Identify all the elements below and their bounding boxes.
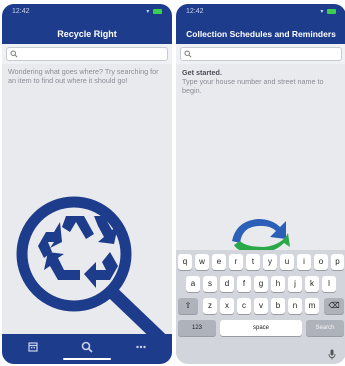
search-icon xyxy=(10,50,18,58)
key[interactable]: e xyxy=(212,254,226,270)
key[interactable]: h xyxy=(271,276,285,292)
recycle-right-screen: 12:42 ▾ Recycle Right Wondering what goe… xyxy=(2,4,172,364)
page-title: Recycle Right xyxy=(2,24,172,44)
key[interactable]: c xyxy=(237,298,251,314)
more-icon[interactable] xyxy=(134,340,148,354)
instructions-text: Type your house number and street name t… xyxy=(182,77,324,95)
status-time: 12:42 xyxy=(12,8,30,15)
key[interactable]: w xyxy=(195,254,209,270)
key[interactable]: k xyxy=(305,276,319,292)
get-started-heading: Get started. xyxy=(182,68,222,77)
status-bar: 12:42 ▾ xyxy=(2,4,172,24)
key[interactable]: o xyxy=(314,254,328,270)
key[interactable]: v xyxy=(254,298,268,314)
recycle-search-logo-icon xyxy=(16,196,167,345)
key[interactable]: f xyxy=(237,276,251,292)
collection-schedules-screen: 12:42 ▾ Collection Schedules and Reminde… xyxy=(176,4,345,364)
key[interactable]: z xyxy=(203,298,217,314)
key[interactable]: l xyxy=(322,276,336,292)
key[interactable]: b xyxy=(271,298,285,314)
recycle-arrows-logo-icon xyxy=(232,219,290,253)
search-icon xyxy=(184,50,192,58)
status-icons: ▾ xyxy=(320,8,336,15)
tab-bar xyxy=(2,334,172,364)
key[interactable]: i xyxy=(297,254,311,270)
key[interactable]: n xyxy=(288,298,302,314)
microphone-icon[interactable] xyxy=(328,349,336,360)
address-search-input[interactable] xyxy=(180,47,342,61)
status-icons: ▾ xyxy=(146,8,162,15)
search-icon[interactable] xyxy=(80,340,94,354)
calendar-icon[interactable] xyxy=(26,340,40,354)
key[interactable]: m xyxy=(305,298,319,314)
key[interactable]: d xyxy=(220,276,234,292)
numbers-key[interactable]: 123 xyxy=(178,320,216,336)
search-hint: Wondering what goes where? Try searching… xyxy=(8,67,159,85)
on-screen-keyboard: q w e r t y u i o p a s d f g h j k l ⇧ … xyxy=(176,250,345,364)
key[interactable]: r xyxy=(229,254,243,270)
key[interactable]: p xyxy=(331,254,344,270)
key[interactable]: a xyxy=(186,276,200,292)
key[interactable]: j xyxy=(288,276,302,292)
battery-icon xyxy=(327,8,336,14)
key[interactable]: q xyxy=(178,254,192,270)
search-bar xyxy=(2,44,172,64)
battery-icon xyxy=(153,8,162,14)
search-bar xyxy=(176,44,345,64)
home-indicator xyxy=(63,358,111,360)
key[interactable]: u xyxy=(280,254,294,270)
keyboard-row-4: 123 space Search xyxy=(176,320,345,338)
shift-key-icon[interactable]: ⇧ xyxy=(178,298,198,314)
key[interactable]: g xyxy=(254,276,268,292)
status-time: 12:42 xyxy=(186,8,204,15)
keyboard-row-1: q w e r t y u i o p xyxy=(176,254,345,272)
search-input[interactable] xyxy=(6,47,168,61)
key[interactable]: x xyxy=(220,298,234,314)
page-title: Collection Schedules and Reminders xyxy=(176,24,345,44)
key[interactable]: s xyxy=(203,276,217,292)
backspace-key-icon[interactable]: ⌫ xyxy=(324,298,344,314)
key[interactable]: t xyxy=(246,254,260,270)
status-bar: 12:42 ▾ xyxy=(176,4,345,24)
key[interactable]: y xyxy=(263,254,277,270)
keyboard-row-2: a s d f g h j k l xyxy=(176,276,345,294)
keyboard-row-3: ⇧ z x c v b n m ⌫ xyxy=(176,298,345,316)
space-key[interactable]: space xyxy=(220,320,302,336)
search-key[interactable]: Search xyxy=(306,320,344,336)
